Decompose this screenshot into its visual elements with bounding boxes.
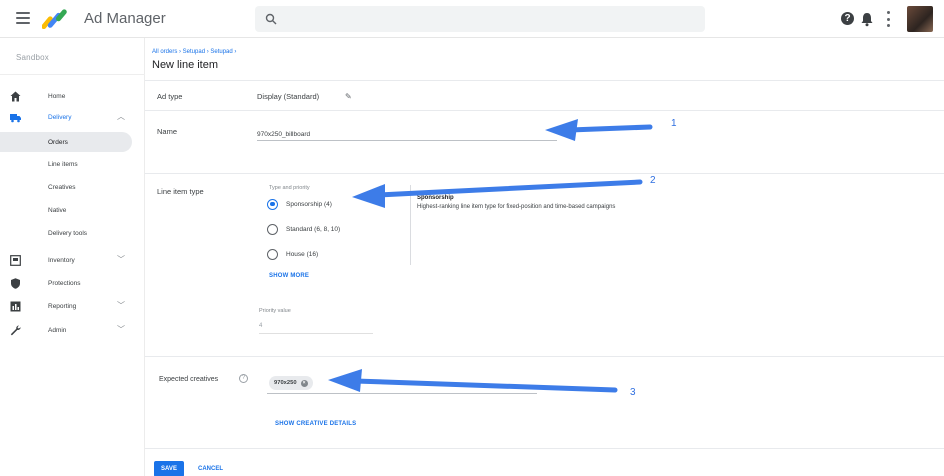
- annotation-arrows: [328, 119, 653, 393]
- annotation-arrowhead: [545, 119, 578, 141]
- annotation-arrow: [352, 378, 618, 393]
- annotation-arrowhead: [328, 369, 362, 392]
- annotation-arrow: [375, 179, 643, 198]
- annotation-number-3: 3: [630, 387, 636, 398]
- annotation-number-1: 1: [671, 118, 677, 129]
- annotation-arrowhead: [352, 184, 385, 208]
- annotation-number-2: 2: [650, 175, 656, 186]
- annotation-arrow: [567, 124, 653, 133]
